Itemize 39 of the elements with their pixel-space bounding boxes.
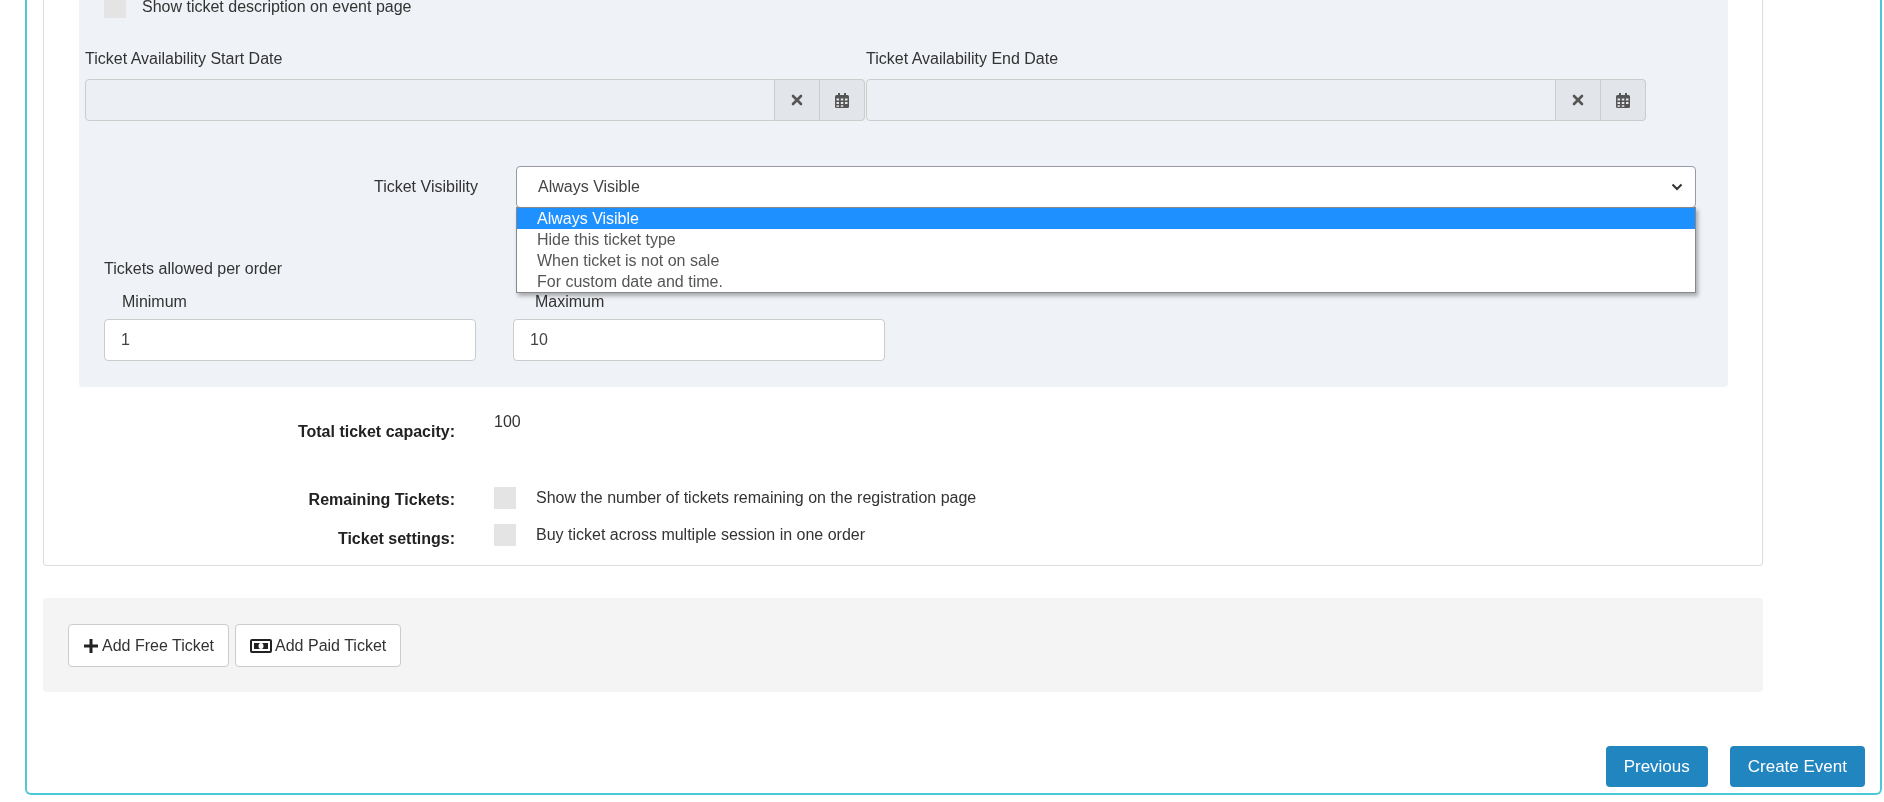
capacity-value: 100 (494, 413, 521, 431)
add-ticket-button[interactable]: Add Paid Ticket (235, 624, 402, 667)
field-label: Ticket Availability Start Date (85, 50, 284, 69)
field-label: Maximum (535, 293, 605, 310)
calendar-button[interactable] (1601, 79, 1646, 121)
date-field[interactable] (85, 79, 775, 121)
create-button[interactable]: Create Event (1729, 746, 1865, 787)
checkbox-label: Buy ticket across multiple session in one order (536, 525, 866, 544)
field-label: Total ticket capacity: (297, 423, 455, 440)
banknote-icon (250, 638, 273, 653)
number-field[interactable]: 10 (513, 319, 885, 361)
checkbox-label: Show the number of tickets remaining on the registration page (536, 489, 977, 507)
visibility-select[interactable]: Always Visible (516, 166, 1696, 208)
add-ticket-button[interactable]: Add Free Ticket (68, 624, 230, 667)
clear-icon (791, 94, 803, 106)
clear-button[interactable] (1556, 79, 1601, 121)
select-value: Always Visible (538, 178, 640, 196)
previous-button[interactable]: Previous (1605, 746, 1708, 787)
dropdown-option[interactable]: Hide this ticket type (517, 229, 1695, 250)
field-label: Ticket Visibility (372, 178, 478, 196)
date-field[interactable] (866, 79, 1556, 121)
clear-icon (1572, 94, 1584, 106)
checkbox-label: Show ticket description on event page (142, 0, 412, 16)
calendar-button[interactable] (820, 79, 865, 121)
plus-icon (83, 637, 99, 654)
field-label: Ticket settings: (337, 530, 455, 547)
checkbox[interactable] (494, 487, 516, 509)
chevron-icon (1671, 183, 1683, 191)
number-field[interactable]: 1 (104, 319, 476, 361)
dropdown-option[interactable]: When ticket is not on sale (517, 250, 1695, 271)
calendar-icon (1616, 92, 1630, 108)
field-label: Remaining Tickets: (308, 491, 455, 508)
field-label: Minimum (122, 293, 187, 310)
section-label: Tickets allowed per order (104, 260, 283, 277)
dropdown-option[interactable]: For custom date and time. (517, 271, 1695, 292)
checkbox[interactable] (494, 523, 516, 546)
calendar-icon (835, 92, 849, 108)
field-label: Ticket Availability End Date (866, 50, 1060, 69)
clear-button[interactable] (775, 79, 820, 121)
